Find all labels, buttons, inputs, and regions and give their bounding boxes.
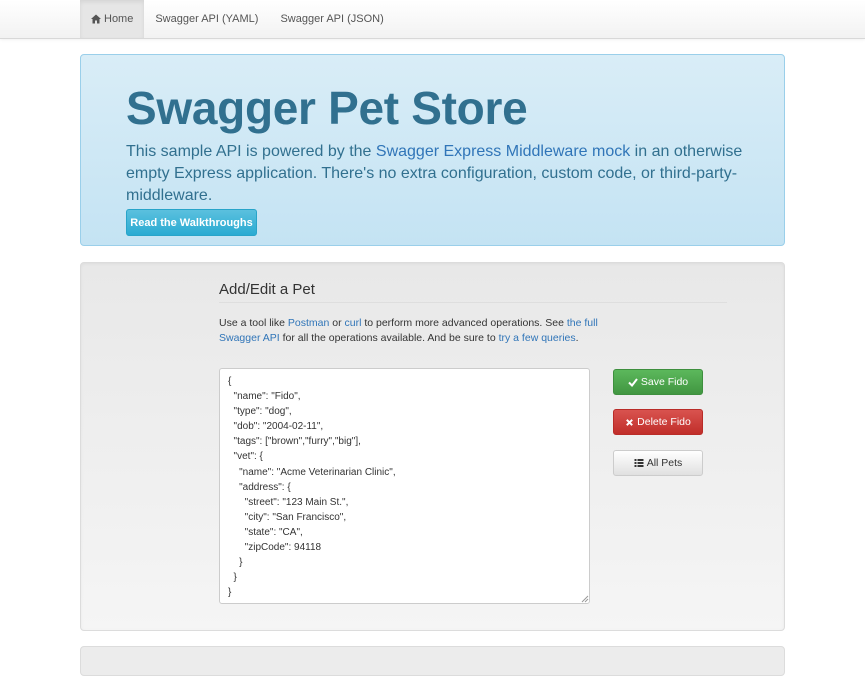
middleware-mock-link[interactable]: Swagger Express Middleware mock: [376, 143, 630, 160]
list-icon: [634, 459, 644, 467]
resize-handle-icon[interactable]: [581, 595, 589, 603]
save-pet-label: Save Fido: [640, 376, 689, 388]
nav-swagger-yaml[interactable]: Swagger API (YAML): [144, 0, 269, 38]
curl-link[interactable]: curl: [344, 317, 361, 329]
x-icon: [626, 418, 634, 426]
nav-swagger-json-label: Swagger API (JSON): [280, 13, 384, 25]
all-pets-button[interactable]: All Pets: [613, 450, 703, 476]
help-text-2: or: [329, 317, 345, 329]
nav-home[interactable]: Home: [80, 0, 145, 38]
help-text: Use a tool like Postman or curl to perfo…: [219, 316, 599, 346]
all-pets-label: All Pets: [646, 457, 683, 469]
top-navbar: Home Swagger API (YAML) Swagger API (JSO…: [0, 0, 865, 39]
postman-link[interactable]: Postman: [288, 317, 329, 329]
help-text-3: to perform more advanced operations. See: [361, 317, 567, 329]
nav-swagger-yaml-label: Swagger API (YAML): [155, 13, 259, 25]
help-text-5: .: [575, 332, 579, 344]
pet-json-editor[interactable]: { "name": "Fido", "type": "dog", "dob": …: [219, 368, 590, 604]
section-title: Add/Edit a Pet: [219, 281, 315, 298]
help-text-4: for all the operations available. And be…: [279, 332, 499, 344]
nav-swagger-json[interactable]: Swagger API (JSON): [269, 0, 394, 38]
delete-pet-label: Delete Fido: [637, 416, 691, 428]
read-walkthroughs-button[interactable]: Read the Walkthroughs: [126, 209, 257, 236]
section-divider: [219, 302, 727, 303]
try-queries-link[interactable]: try a few queries: [499, 332, 576, 344]
intro-text-start: This sample API is powered by the: [126, 143, 376, 160]
pet-editor-panel: Add/Edit a Pet Use a tool like Postman o…: [80, 262, 785, 631]
nav-home-label: Home: [104, 13, 134, 25]
delete-pet-button[interactable]: Delete Fido: [613, 409, 703, 435]
intro-text: This sample API is powered by the Swagge…: [126, 141, 746, 207]
help-text-1: Use a tool like: [219, 317, 288, 329]
page-title: Swagger Pet Store: [126, 82, 528, 134]
next-panel: [80, 646, 785, 676]
nav-menu: Home Swagger API (YAML) Swagger API (JSO…: [80, 0, 395, 38]
save-pet-button[interactable]: Save Fido: [613, 369, 703, 395]
home-icon: [91, 14, 101, 24]
jumbotron: Swagger Pet Store This sample API is pow…: [80, 54, 785, 246]
checkmark-icon: [628, 378, 638, 387]
